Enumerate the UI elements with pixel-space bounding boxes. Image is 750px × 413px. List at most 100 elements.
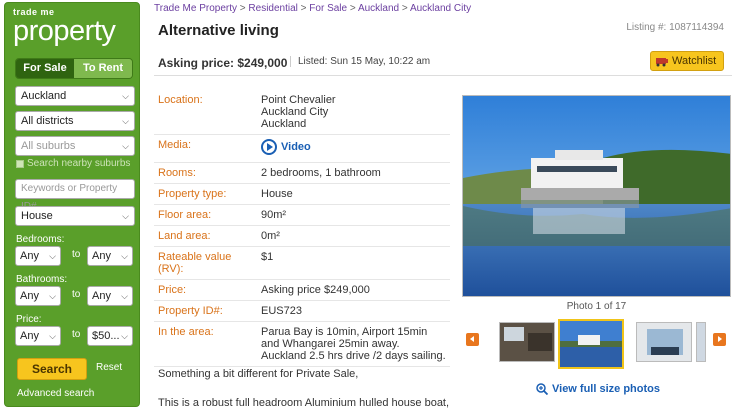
prev-photo-arrow-icon[interactable] — [466, 333, 479, 346]
bedrooms-min-select[interactable]: Any ⌵ — [15, 246, 61, 266]
thumbnail[interactable] — [636, 322, 692, 362]
attribute-value-line: $1 — [261, 251, 274, 263]
price-min-value: Any — [20, 330, 39, 342]
attribute-row: In the area: Parua Bay is 10min, Airport … — [154, 321, 450, 367]
listing-number: Listing #: 1087114394 — [626, 22, 724, 33]
property-type-value: House — [21, 210, 53, 222]
price-to-label: to — [72, 329, 81, 340]
bathrooms-max-select[interactable]: Any ⌵ — [87, 286, 133, 306]
district-value: All districts — [21, 115, 74, 127]
search-button[interactable]: Search — [17, 358, 87, 380]
description-line-1: Something a bit different for Private Sa… — [158, 368, 359, 380]
attribute-label: Media: — [154, 134, 257, 163]
attribute-value-line: 90m² — [261, 209, 287, 221]
attribute-value: Video — [257, 134, 450, 163]
for-sale-tab[interactable]: For Sale — [16, 59, 74, 78]
nearby-suburbs-checkbox[interactable]: Search nearby suburbs — [16, 158, 130, 169]
thumbnail[interactable] — [499, 322, 555, 362]
breadcrumb-separator: > — [237, 3, 249, 14]
bedrooms-max-select[interactable]: Any ⌵ — [87, 246, 133, 266]
attribute-value: 0m² — [257, 225, 450, 247]
next-photo-arrow-icon[interactable] — [713, 333, 726, 346]
full-size-label: View full size photos — [552, 383, 660, 395]
attribute-value-line: Point Chevalier — [261, 94, 336, 106]
breadcrumb-separator: > — [399, 3, 410, 14]
breadcrumb-for-sale[interactable]: For Sale — [309, 3, 347, 14]
price-max-value: $50... — [92, 330, 120, 342]
to-rent-tab[interactable]: To Rent — [74, 59, 132, 78]
thumbnail[interactable] — [696, 322, 706, 362]
watchlist-icon — [656, 58, 668, 67]
bedrooms-min-value: Any — [20, 250, 39, 262]
attribute-value: Point Chevalier Auckland City Auckland — [257, 90, 450, 135]
attribute-value-line: House — [261, 188, 293, 200]
bathrooms-min-value: Any — [20, 290, 39, 302]
district-select[interactable]: All districts ⌵ — [15, 111, 135, 131]
attribute-label: Land area: — [154, 225, 257, 247]
price-label: Price: — [16, 314, 42, 325]
attribute-value-line: Auckland — [261, 118, 307, 130]
logo-main-text: property — [13, 15, 116, 47]
thumbnail-selected[interactable] — [558, 319, 624, 369]
breadcrumb-residential[interactable]: Residential — [248, 3, 297, 14]
video-link[interactable]: Video — [261, 139, 311, 155]
view-full-size-link[interactable]: View full size photos — [536, 383, 660, 395]
breadcrumb: Trade Me Property > Residential > For Sa… — [154, 3, 471, 14]
attribute-label: Property ID#: — [154, 300, 257, 322]
attribute-value: Parua Bay is 10min, Airport 15min and Wh… — [257, 321, 450, 367]
asking-price: Asking price: $249,000 — [158, 56, 288, 70]
bathrooms-max-value: Any — [92, 290, 111, 302]
chevron-down-icon: ⌵ — [122, 141, 129, 151]
deck-thumbnail — [637, 323, 691, 361]
advanced-search-link[interactable]: Advanced search — [17, 388, 94, 399]
trade-me-property-logo[interactable]: trade me property — [13, 7, 116, 47]
breadcrumb-auckland[interactable]: Auckland — [358, 3, 399, 14]
attribute-value: 2 bedrooms, 1 bathroom — [257, 162, 450, 184]
attribute-value: $1 — [257, 246, 450, 280]
attribute-value: House — [257, 183, 450, 205]
attribute-label: Location: — [154, 90, 257, 135]
attribute-row: Land area: 0m² — [154, 225, 450, 247]
suburb-value: All suburbs — [21, 140, 76, 152]
main-photo[interactable] — [462, 95, 731, 297]
price-max-select[interactable]: $50... ⌵ — [87, 326, 133, 346]
bathrooms-min-select[interactable]: Any ⌵ — [15, 286, 61, 306]
attribute-label: Rateable value (RV): — [154, 246, 257, 280]
zoom-icon — [536, 383, 548, 395]
attribute-row: Price: Asking price $249,000 — [154, 279, 450, 301]
price-min-select[interactable]: Any ⌵ — [15, 326, 61, 346]
chevron-down-icon: ⌵ — [122, 211, 129, 221]
breadcrumb-trade-me-property[interactable]: Trade Me Property — [154, 3, 237, 14]
checkbox-icon — [16, 159, 24, 168]
watchlist-button[interactable]: Watchlist — [650, 51, 724, 71]
keywords-input[interactable]: Keywords or Property ID# — [15, 179, 135, 212]
houseboat-thumbnail — [560, 321, 622, 367]
houseboat-photo — [463, 96, 730, 296]
attribute-value-line: 0m² — [261, 230, 280, 242]
breadcrumb-auckland-city[interactable]: Auckland City — [410, 3, 471, 14]
play-icon — [261, 139, 277, 155]
attribute-label: Price: — [154, 279, 257, 301]
bedrooms-label: Bedrooms: — [16, 234, 65, 245]
attribute-row: Rateable value (RV): $1 — [154, 246, 450, 280]
video-label: Video — [281, 141, 311, 153]
chevron-down-icon: ⌵ — [122, 91, 129, 101]
chevron-down-icon: ⌵ — [121, 331, 128, 341]
property-attributes-table: Location: Point Chevalier Auckland City Auc… — [154, 90, 450, 367]
attribute-row: Floor area: 90m² — [154, 204, 450, 226]
reset-link[interactable]: Reset — [96, 362, 122, 373]
attribute-label: In the area: — [154, 321, 257, 367]
photo-thumbnails — [466, 318, 728, 369]
suburb-select[interactable]: All suburbs ⌵ — [15, 136, 135, 156]
description-line-2: This is a robust full headroom Aluminium… — [158, 397, 450, 409]
nearby-label: Search nearby suburbs — [27, 158, 131, 169]
property-type-select[interactable]: House ⌵ — [15, 206, 135, 226]
attribute-row: Rooms: 2 bedrooms, 1 bathroom — [154, 162, 450, 184]
region-value: Auckland — [21, 90, 67, 102]
chevron-down-icon: ⌵ — [121, 251, 128, 261]
breadcrumb-separator: > — [347, 3, 358, 14]
attribute-label: Property type: — [154, 183, 257, 205]
listed-date: Listed: Sun 15 May, 10:22 am — [290, 56, 430, 67]
region-select[interactable]: Auckland ⌵ — [15, 86, 135, 106]
attribute-value-line: 2 bedrooms, 1 bathroom — [261, 167, 381, 179]
